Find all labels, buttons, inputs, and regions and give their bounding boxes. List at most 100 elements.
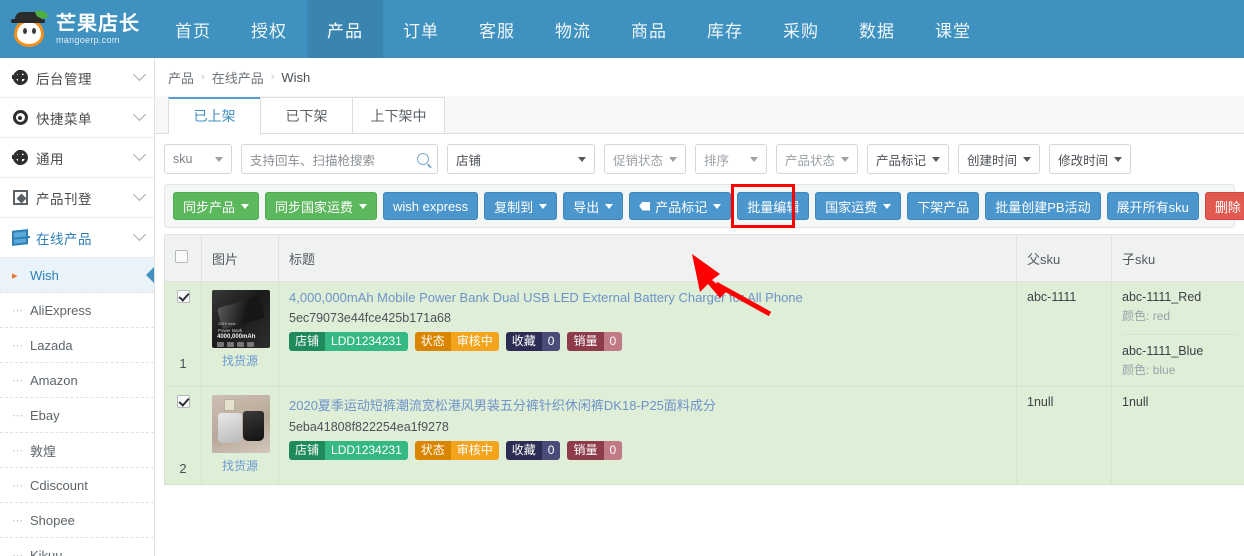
sidebar-item-cdiscount[interactable]: ⋯ Cdiscount: [0, 468, 154, 503]
sidebar-item-shopee[interactable]: ⋯ Shopee: [0, 503, 154, 538]
badge-key: 店铺: [289, 441, 326, 460]
sidebar-group-3[interactable]: 产品刊登: [0, 178, 154, 218]
nav-item-6[interactable]: 商品: [611, 0, 687, 58]
header-image: 图片: [201, 234, 279, 282]
row-checkbox[interactable]: [176, 290, 190, 303]
sidebar-item-ebay[interactable]: ⋯ Ebay: [0, 398, 154, 433]
nav-item-5[interactable]: 物流: [535, 0, 611, 58]
search-input[interactable]: 支持回车、扫描枪搜索: [250, 150, 375, 169]
toolbar-button-0[interactable]: 同步产品: [173, 192, 260, 220]
sidebar-group-4[interactable]: 在线产品: [0, 218, 154, 258]
sidebar-item-label: Wish: [30, 267, 59, 283]
toolbar-button-3[interactable]: 复制到: [484, 192, 558, 220]
sidebar-item-lazada[interactable]: ⋯ Lazada: [0, 328, 154, 363]
row-title-cell: 4,000,000mAh Mobile Power Bank Dual USB …: [278, 281, 1017, 387]
badge-key: 店铺: [289, 332, 326, 351]
filter-dropdown-3[interactable]: 产品标记: [867, 144, 950, 174]
nav-item-7[interactable]: 库存: [687, 0, 763, 58]
nav-item-10[interactable]: 课堂: [915, 0, 991, 58]
nav-item-3[interactable]: 订单: [383, 0, 459, 58]
top-nav-items: 首页 授权 产品 订单 客服 物流 商品 库存 采购 数据 课堂: [155, 0, 991, 58]
sidebar-group-2[interactable]: 通用: [0, 138, 154, 178]
sidebar-item-敦煌[interactable]: ⋯ 敦煌: [0, 433, 154, 468]
badge-fav: 收藏 0: [505, 441, 561, 460]
tree-node-icon: ⋯: [12, 374, 23, 387]
nav-item-4[interactable]: 客服: [459, 0, 535, 58]
toolbar-button-7[interactable]: 国家运费: [815, 192, 902, 220]
badge-fav: 收藏 0: [505, 332, 561, 351]
nav-item-2[interactable]: 产品: [307, 0, 383, 58]
toolbar-button-8[interactable]: 下架产品: [907, 192, 980, 220]
breadcrumb-item-0[interactable]: 产品: [168, 68, 194, 87]
filter-dropdown-2[interactable]: 产品状态: [776, 144, 859, 174]
filter-dropdown-1[interactable]: 排序: [695, 144, 768, 174]
filter-dropdown-label: 排序: [704, 153, 730, 168]
badge-state: 状态 审核中: [414, 441, 499, 460]
chevron-down-icon: [133, 148, 146, 162]
badge-state: 状态 审核中: [414, 332, 499, 351]
search-box[interactable]: 支持回车、扫描枪搜索: [241, 144, 438, 174]
toolbar-button-wrapper-10: 展开所有sku: [1106, 192, 1199, 220]
toolbar-button-wrapper-2: wish express: [383, 192, 479, 220]
sidebar-item-wish[interactable]: ▸ Wish: [0, 258, 154, 293]
mango-logo-icon: [11, 8, 50, 48]
badge-value: LDD1234231: [325, 441, 408, 460]
tab-2[interactable]: 上下架中: [352, 97, 445, 133]
sidebar-group-1[interactable]: 快捷菜单: [0, 98, 154, 138]
toolbar-button-4[interactable]: 导出: [563, 192, 624, 220]
filter-dropdown-label: 促销状态: [613, 153, 664, 168]
toolbar-button-wrapper-7: 国家运费: [815, 192, 902, 220]
toolbar-button-9[interactable]: 批量创建PB活动: [985, 192, 1101, 220]
toolbar-button-10[interactable]: 展开所有sku: [1106, 192, 1199, 220]
sidebar-item-label: AliExpress: [30, 302, 92, 318]
toolbar-button-2[interactable]: wish express: [383, 192, 479, 220]
find-source-link[interactable]: 找货源: [222, 354, 258, 368]
breadcrumb: 产品 › 在线产品 › Wish: [155, 58, 1244, 96]
badge-shop: 店铺 LDD1234231: [289, 332, 408, 351]
nav-item-9[interactable]: 数据: [839, 0, 915, 58]
brand-logo-area[interactable]: 芒果店长 mangoerp.com: [0, 0, 155, 58]
child-sku-attr-value: red: [1152, 309, 1171, 323]
chevron-down-icon: [669, 156, 678, 162]
sku-type-select[interactable]: sku: [164, 144, 232, 174]
shop-select[interactable]: 店铺: [447, 144, 595, 174]
sidebar-group-0[interactable]: 后台管理: [0, 58, 154, 98]
toolbar-button-1[interactable]: 同步国家运费: [265, 192, 378, 220]
table-row: 2 找货源 2020夏季运动短裤潮流宽松港风男装五分裤针织休闲裤DK18-P25面料…: [164, 386, 1244, 485]
select-all-checkbox[interactable]: [175, 250, 188, 263]
row-title-cell: 2020夏季运动短裤潮流宽松港风男装五分裤针织休闲裤DK18-P25面料成分 5e…: [278, 386, 1017, 485]
toolbar-button-label: 同步产品: [183, 199, 236, 215]
nav-item-0[interactable]: 首页: [155, 0, 231, 58]
product-thumbnail[interactable]: [212, 395, 270, 453]
nav-item-8[interactable]: 采购: [763, 0, 839, 58]
tab-0[interactable]: 已上架: [168, 97, 261, 134]
chevron-down-icon: [841, 156, 850, 162]
sidebar-item-label: Shopee: [30, 512, 75, 528]
product-title-link[interactable]: 2020夏季运动短裤潮流宽松港风男装五分裤针织休闲裤DK18-P25面料成分: [289, 395, 1006, 414]
header-title: 标题: [278, 234, 1017, 282]
breadcrumb-item-1[interactable]: 在线产品: [212, 68, 264, 87]
badge-sales: 销量 0: [567, 441, 623, 460]
tree-node-icon: ⋯: [12, 549, 23, 556]
search-icon[interactable]: [417, 153, 429, 165]
filter-dropdown-5[interactable]: 修改时间: [1049, 144, 1132, 174]
row-checkbox[interactable]: [176, 395, 190, 408]
find-source-link[interactable]: 找货源: [222, 459, 258, 473]
product-title-link[interactable]: 4,000,000mAh Mobile Power Bank Dual USB …: [289, 290, 1006, 305]
filter-dropdown-0[interactable]: 促销状态: [604, 144, 687, 174]
tree-node-icon: ⋯: [12, 514, 23, 527]
toolbar-button-6[interactable]: 批量编辑: [737, 192, 810, 220]
tab-1[interactable]: 已下架: [260, 97, 353, 133]
sidebar-item-aliexpress[interactable]: ⋯ AliExpress: [0, 293, 154, 328]
toolbar-button-11[interactable]: 删除!: [1204, 192, 1244, 220]
toolbar-button-wrapper-3: 复制到: [484, 192, 558, 220]
sidebar-item-amazon[interactable]: ⋯ Amazon: [0, 363, 154, 398]
toolbar-button-5[interactable]: 产品标记: [629, 192, 732, 220]
filter-dropdown-group: 促销状态 排序 产品状态 产品标记 创建时间 修改时间: [604, 144, 1132, 174]
nav-item-1[interactable]: 授权: [231, 0, 307, 58]
filter-dropdown-4[interactable]: 创建时间: [958, 144, 1041, 174]
sidebar-item-kikuu[interactable]: ⋯ Kikuu: [0, 538, 154, 556]
filter-dropdown-label: 修改时间: [1058, 153, 1109, 168]
main-content: 产品 › 在线产品 › Wish 已上架 已下架 上下架中 sku 支持回车、扫描枪…: [155, 58, 1244, 556]
product-thumbnail[interactable]: 2019 new Power Bank 4000,000mAh: [212, 290, 270, 348]
